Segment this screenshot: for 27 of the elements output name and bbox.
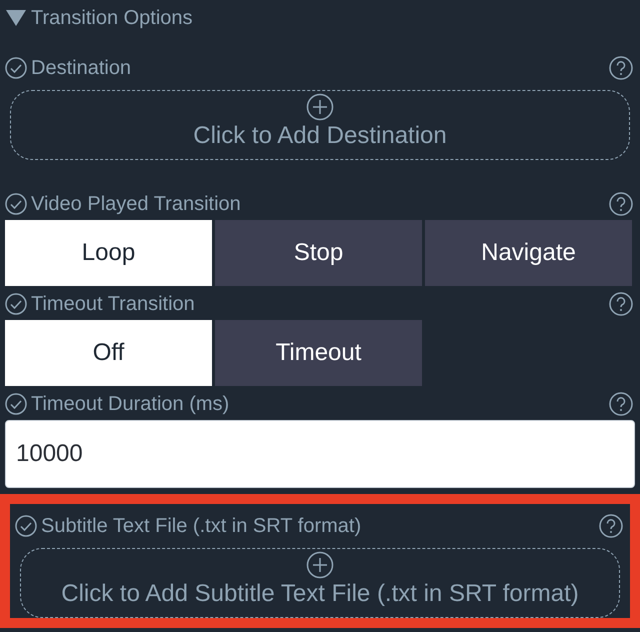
plus-circle-icon xyxy=(306,93,334,121)
check-circle-icon xyxy=(5,193,27,215)
field-label: Timeout Transition xyxy=(31,292,196,317)
segment-button[interactable]: Loop xyxy=(5,220,212,286)
segment-button[interactable]: Timeout xyxy=(215,320,422,386)
check-circle-icon xyxy=(15,515,37,537)
duration-input[interactable]: 10000 xyxy=(5,420,635,488)
help-icon[interactable] xyxy=(609,392,633,416)
field-label: Timeout Duration (ms) xyxy=(31,392,230,417)
add-dropzone[interactable]: Click to Add Subtitle Text File (.txt in SRT format) xyxy=(20,548,620,618)
help-icon[interactable] xyxy=(609,192,633,216)
check-circle-icon xyxy=(5,393,27,415)
triangle-icon[interactable] xyxy=(5,9,27,27)
segment-button[interactable]: Navigate xyxy=(425,220,632,286)
field-label: Video Played Transition xyxy=(31,192,242,217)
segment-button[interactable]: Stop xyxy=(215,220,422,286)
help-icon[interactable] xyxy=(609,292,633,316)
plus-circle-icon xyxy=(306,551,334,579)
add-dropzone[interactable]: Click to Add Destination xyxy=(10,90,630,160)
field-label: Subtitle Text File (.txt in SRT format) xyxy=(41,514,362,539)
field-label: Destination xyxy=(31,56,132,81)
check-circle-icon xyxy=(5,293,27,315)
check-circle-icon xyxy=(5,57,27,79)
section-title: Transition Options xyxy=(31,6,193,31)
help-icon[interactable] xyxy=(599,514,623,538)
segment-button[interactable]: Off xyxy=(5,320,212,386)
help-icon[interactable] xyxy=(609,56,633,80)
